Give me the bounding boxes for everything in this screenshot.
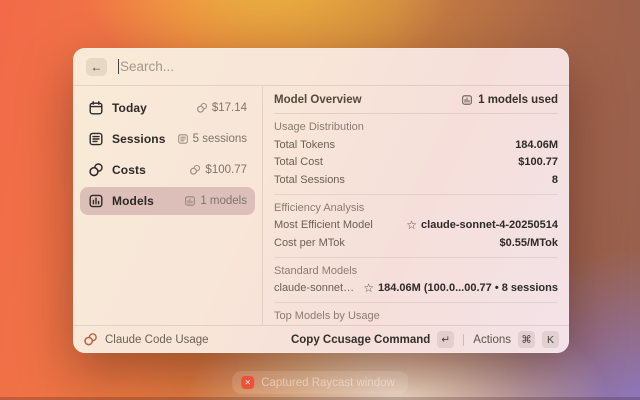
divider: [274, 113, 558, 114]
k-key-badge: K: [542, 331, 559, 348]
back-arrow-icon: ←: [91, 60, 103, 74]
divider: [274, 302, 558, 303]
toast-label: Captured Raycast window: [261, 377, 395, 389]
metadata-label: Total Cost: [274, 156, 323, 168]
sidebar: Today $17.14 Sessions 5 sessions Costs: [73, 86, 262, 325]
sidebar-item-label: Models: [112, 194, 176, 208]
list-icon: [88, 131, 104, 147]
search-bar: ←: [73, 48, 569, 85]
calendar-icon: [88, 100, 104, 116]
sidebar-item-models[interactable]: Models 1 models: [80, 187, 255, 215]
text-caret: [118, 59, 119, 74]
sidebar-item-sessions[interactable]: Sessions 5 sessions: [80, 125, 255, 153]
metadata-row: Total Sessions 8: [274, 171, 558, 189]
metadata-value: $100.77: [518, 156, 558, 168]
metadata-label: Total Sessions: [274, 174, 345, 186]
sidebar-item-label: Sessions: [112, 132, 169, 146]
section-title: Top Models by Usage: [274, 309, 558, 323]
raycast-window: ← Today $17.14 Sessions 5: [73, 48, 569, 353]
app-name: Claude Code Usage: [105, 334, 284, 346]
bar-chart-icon: [461, 94, 473, 106]
detail-title: Model Overview: [274, 94, 362, 106]
coins-icon: [83, 332, 98, 347]
section-title: Standard Models: [274, 264, 558, 278]
metadata-label: Most Efficient Model: [274, 219, 373, 231]
coins-icon: [189, 164, 201, 176]
sidebar-item-costs[interactable]: Costs $100.77: [80, 156, 255, 184]
bar-chart-icon: [184, 195, 196, 207]
copy-ccusage-command-button[interactable]: Copy Ccusage Command: [291, 334, 430, 346]
metadata-value: 184.06M (100.0...00.77 • 8 sessions: [378, 282, 558, 294]
star-icon: ☆: [363, 282, 374, 294]
metadata-row: Total Cost $100.77: [274, 154, 558, 172]
star-icon: ☆: [406, 219, 417, 231]
actions-button[interactable]: Actions: [473, 334, 511, 346]
sidebar-item-label: Today: [112, 101, 188, 115]
models-used-badge: 1 models used: [478, 94, 558, 106]
section-title: Efficiency Analysis: [274, 201, 558, 215]
metadata-value: claude-sonnet-4-20250514: [421, 219, 558, 231]
sidebar-item-value: $17.14: [212, 102, 247, 114]
metadata-value: $0.55/MTok: [500, 237, 559, 249]
search-input[interactable]: [120, 59, 556, 74]
metadata-row: Cost per MTok $0.55/MTok: [274, 234, 558, 252]
sidebar-item-value: 1 models: [200, 195, 247, 207]
coins-icon: [88, 162, 104, 178]
metadata-label: claude-sonnet-4-20250514: [274, 282, 357, 294]
metadata-row: Total Tokens 184.06M: [274, 136, 558, 154]
section-title: Usage Distribution: [274, 120, 558, 134]
detail-panel: Model Overview 1 models used Usage Distr…: [263, 86, 569, 325]
divider: [274, 194, 558, 195]
divider: [274, 257, 558, 258]
sidebar-item-value: $100.77: [205, 164, 247, 176]
metadata-row: claude-sonnet-4-20250514 ☆ 184.06M (100.…: [274, 280, 558, 298]
return-key-badge: ↵: [437, 331, 454, 348]
bar-chart-icon: [88, 193, 104, 209]
metadata-value: 184.06M: [515, 139, 558, 151]
cmd-key-badge: ⌘: [518, 331, 535, 348]
detail-header: Model Overview 1 models used: [274, 86, 558, 113]
list-icon: [177, 133, 189, 145]
metadata-value: 8: [552, 174, 558, 186]
sidebar-item-value: 5 sessions: [193, 133, 247, 145]
metadata-label: Cost per MTok: [274, 237, 345, 249]
capture-icon: ✕: [241, 376, 254, 389]
back-button[interactable]: ←: [86, 58, 107, 76]
status-bar: Claude Code Usage Copy Ccusage Command ↵…: [73, 326, 569, 353]
coins-icon: [196, 102, 208, 114]
sidebar-item-label: Costs: [112, 163, 181, 177]
capture-toast: ✕ Captured Raycast window: [232, 371, 408, 394]
sidebar-item-today[interactable]: Today $17.14: [80, 94, 255, 122]
divider: [463, 334, 464, 346]
metadata-row: Most Efficient Model ☆ claude-sonnet-4-2…: [274, 217, 558, 235]
metadata-label: Total Tokens: [274, 139, 335, 151]
